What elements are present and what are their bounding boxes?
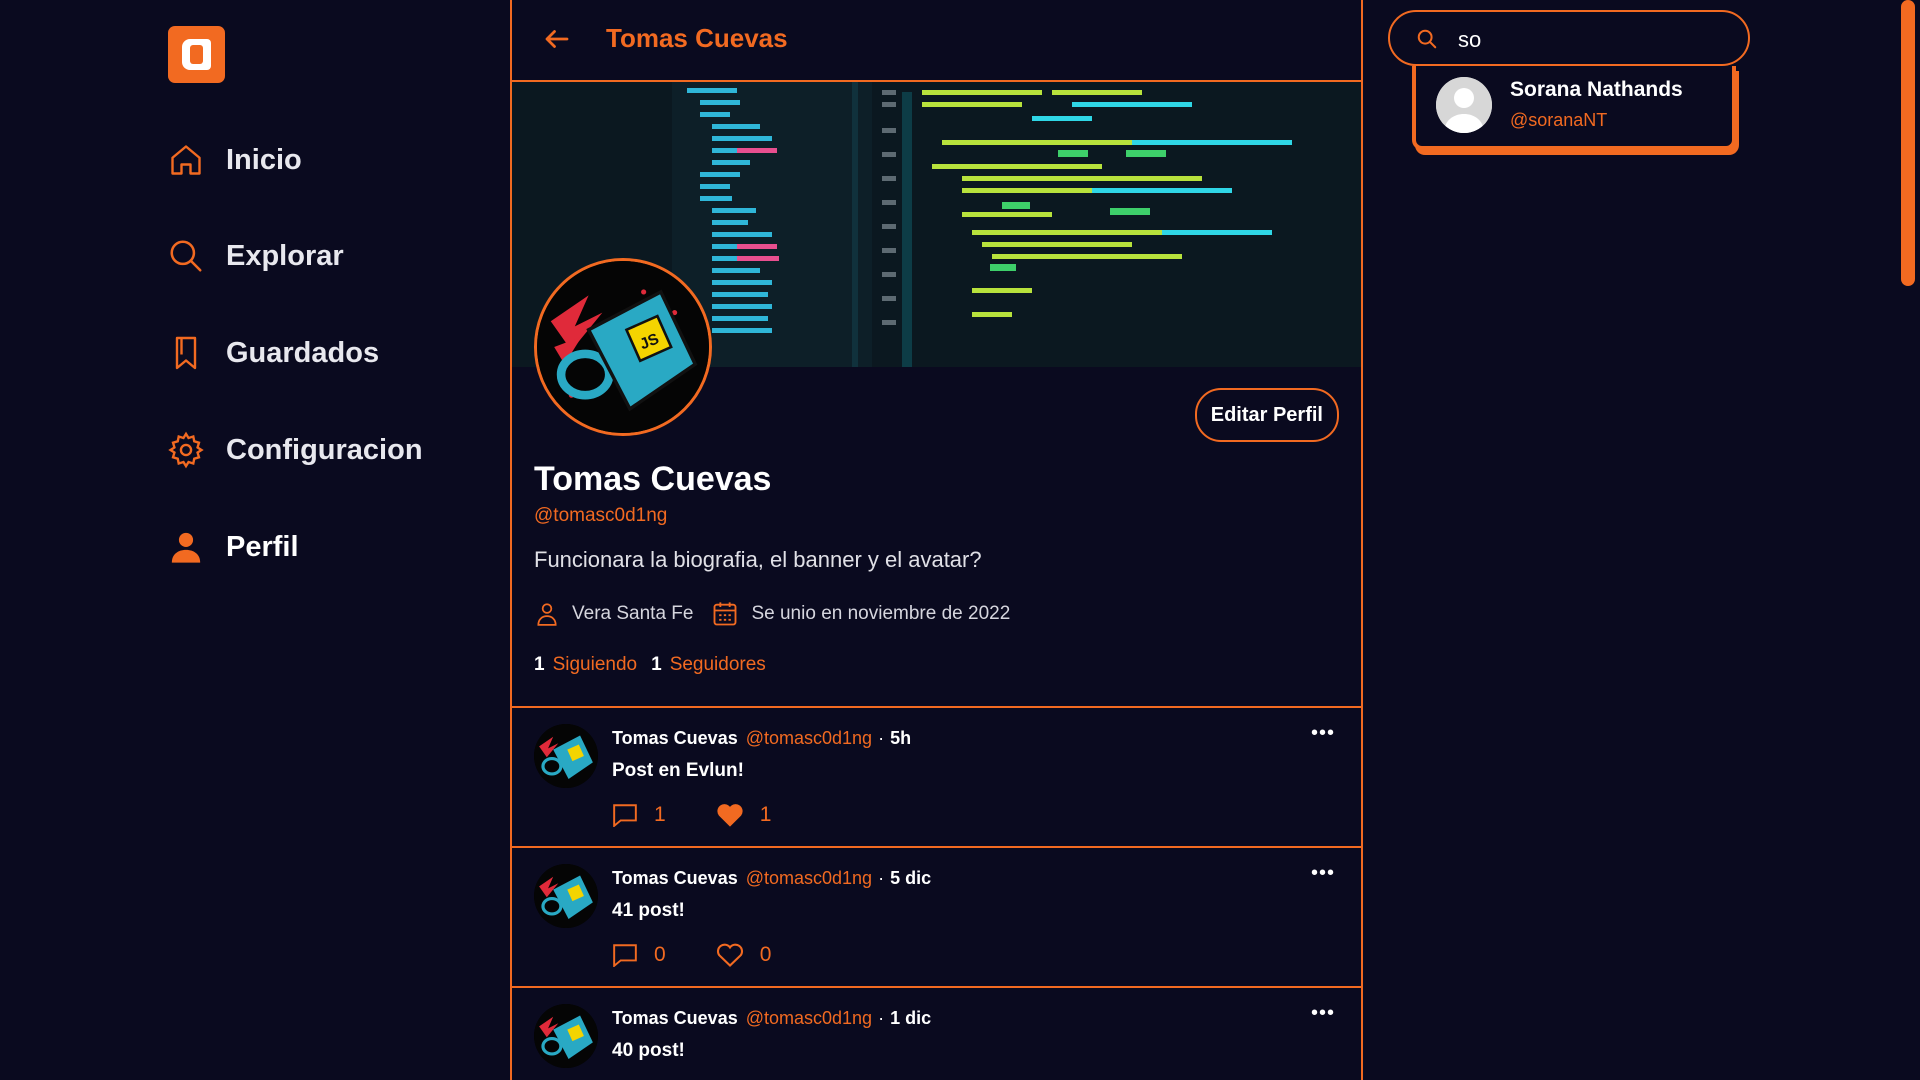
sidebar-item-perfil[interactable]: Perfil <box>166 523 299 571</box>
home-icon <box>166 140 206 180</box>
sidebar-item-label: Configuracion <box>226 433 423 466</box>
result-name: Sorana Nathands <box>1510 78 1683 101</box>
post-separator: · <box>878 868 885 888</box>
post-time: 1 dic <box>890 1008 932 1028</box>
following-count: 1 <box>534 654 545 675</box>
like-button[interactable]: 1 <box>716 802 772 828</box>
search-icon <box>166 236 206 276</box>
like-count: 1 <box>759 803 772 826</box>
post-item[interactable]: Tomas Cuevas @tomasc0d1ng · 5h Post en E… <box>512 706 1361 846</box>
sidebar-item-guardados[interactable]: Guardados <box>166 329 379 377</box>
comment-button[interactable]: 1 <box>612 803 666 827</box>
post-avatar[interactable] <box>534 1004 598 1068</box>
post-text: 41 post! <box>612 900 685 921</box>
like-button[interactable]: 0 <box>716 942 772 968</box>
back-arrow-icon[interactable] <box>542 24 578 56</box>
post-handle[interactable]: @tomasc0d1ng <box>746 868 872 889</box>
profile-location: Vera Santa Fe <box>572 603 694 624</box>
post-separator: · <box>878 728 885 748</box>
comment-count: 0 <box>654 943 666 966</box>
user-icon <box>166 527 206 567</box>
like-count: 0 <box>759 943 772 966</box>
sidebar-item-label: Guardados <box>226 336 380 369</box>
heart-filled-icon <box>717 804 743 827</box>
profile-name: Tomas Cuevas <box>534 460 772 498</box>
sidebar-item-configuracion[interactable]: Configuracion <box>166 426 423 474</box>
profile-joined: Se unio en noviembre de 2022 <box>751 603 1011 624</box>
post-author[interactable]: Tomas Cuevas <box>612 868 738 889</box>
more-options-icon[interactable]: ••• <box>1311 862 1335 885</box>
post-time: 5 dic <box>890 868 932 888</box>
js-mug-avatar-image: JS <box>537 261 709 433</box>
edit-profile-button[interactable]: Editar Perfil <box>1194 388 1339 442</box>
post-handle[interactable]: @tomasc0d1ng <box>746 728 872 749</box>
post-avatar[interactable] <box>534 864 598 928</box>
search-icon <box>1416 28 1438 55</box>
heart-outline-icon <box>716 943 743 967</box>
followers-count: 1 <box>651 654 662 675</box>
scrollbar[interactable] <box>1896 0 1920 1080</box>
gear-icon <box>166 430 206 470</box>
more-options-icon[interactable]: ••• <box>1311 722 1335 745</box>
comment-button[interactable]: 0 <box>612 943 666 967</box>
default-avatar-icon <box>1436 77 1492 133</box>
more-options-icon[interactable]: ••• <box>1311 1002 1335 1025</box>
post-actions: 1 1 <box>612 802 821 828</box>
location-user-icon <box>537 603 557 626</box>
js-mug-avatar-image <box>534 864 598 928</box>
sidebar: Inicio Explorar Guardados Configuracion … <box>0 0 510 1080</box>
comment-icon <box>613 804 637 827</box>
top-bar: Tomas Cuevas <box>512 0 1361 82</box>
page-title: Tomas Cuevas <box>606 23 788 53</box>
post-item[interactable]: Tomas Cuevas @tomasc0d1ng · 1 dic 40 pos… <box>512 986 1361 1080</box>
search-input[interactable] <box>1456 22 1730 58</box>
calendar-icon <box>714 602 737 626</box>
post-handle[interactable]: @tomasc0d1ng <box>746 1008 872 1029</box>
scrollbar-thumb[interactable] <box>1901 0 1915 286</box>
post-author[interactable]: Tomas Cuevas <box>612 1008 738 1029</box>
post-text: Post en Evlun! <box>612 760 744 781</box>
sidebar-item-label: Perfil <box>226 530 299 563</box>
sidebar-item-label: Inicio <box>226 143 302 176</box>
following-link[interactable]: Siguiendo <box>553 654 638 676</box>
profile-meta: Vera Santa Fe Se unio en noviembre de 20… <box>534 600 1028 628</box>
app-logo[interactable] <box>168 26 225 83</box>
post-actions: 0 0 <box>612 942 821 968</box>
post-header: Tomas Cuevas @tomasc0d1ng · 5h <box>612 728 911 749</box>
post-header: Tomas Cuevas @tomasc0d1ng · 1 dic <box>612 1008 931 1029</box>
js-mug-avatar-image <box>534 724 598 788</box>
profile-bio: Funcionara la biografia, el banner y el … <box>534 547 982 572</box>
comment-count: 1 <box>654 803 666 826</box>
post-author[interactable]: Tomas Cuevas <box>612 728 738 749</box>
post-text: 40 post! <box>612 1040 685 1061</box>
profile-avatar[interactable]: JS <box>534 258 712 436</box>
post-separator: · <box>878 1008 885 1028</box>
post-time: 5h <box>890 728 912 748</box>
profile-handle: @tomasc0d1ng <box>534 505 668 526</box>
sidebar-item-explorar[interactable]: Explorar <box>166 232 344 280</box>
post-item[interactable]: Tomas Cuevas @tomasc0d1ng · 5 dic 41 pos… <box>512 846 1361 986</box>
followers-link[interactable]: Seguidores <box>670 654 766 676</box>
sidebar-item-inicio[interactable]: Inicio <box>166 136 302 184</box>
result-handle: @soranaNT <box>1510 110 1608 130</box>
search-results-dropdown: Sorana Nathands @soranaNT <box>1412 66 1736 150</box>
bookmark-icon <box>166 333 206 373</box>
comment-icon <box>613 944 637 967</box>
follow-stats: 1 Siguiendo 1 Seguidores <box>534 654 780 676</box>
search-box <box>1388 10 1750 66</box>
js-mug-avatar-image <box>534 1004 598 1068</box>
post-avatar[interactable] <box>534 724 598 788</box>
main-column: Tomas Cuevas JS Editar Perfil Tomas Cuev… <box>510 0 1363 1080</box>
post-header: Tomas Cuevas @tomasc0d1ng · 5 dic <box>612 868 931 889</box>
search-result-item[interactable]: Sorana Nathands @soranaNT <box>1416 66 1732 146</box>
sidebar-item-label: Explorar <box>226 239 344 272</box>
